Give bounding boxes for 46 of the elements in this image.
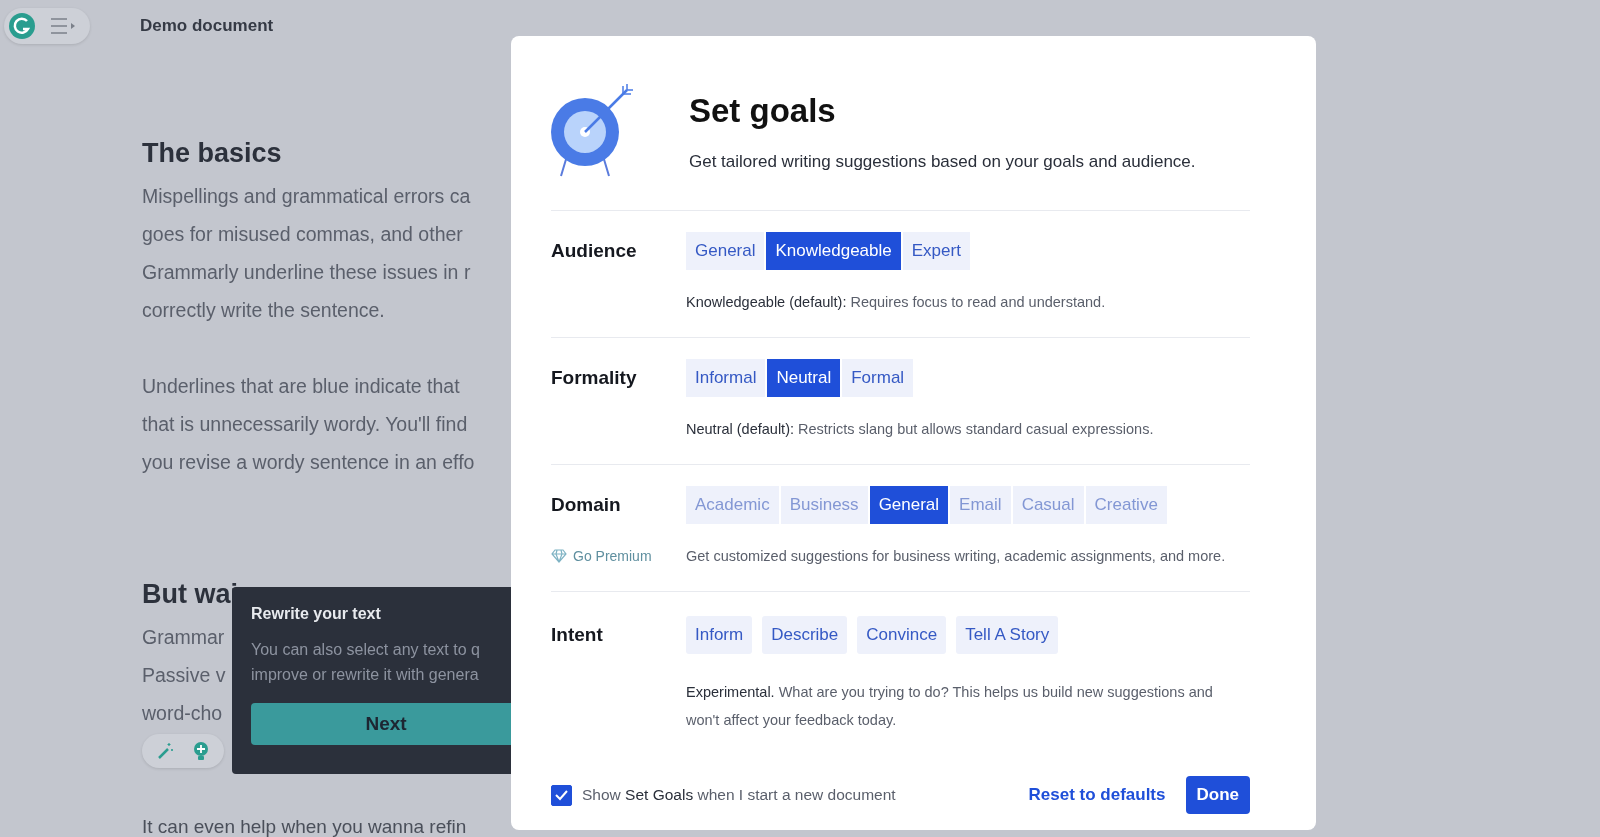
document-heading: The basics (142, 138, 283, 169)
segment-option[interactable]: Informal (686, 359, 766, 397)
reset-link[interactable]: Reset to defaults (1028, 785, 1166, 805)
document-text-line: Grammarly underline these issues in r (142, 260, 471, 285)
dialog-subtitle: Get tailored writing suggestions based on your goals and audience. (689, 152, 1196, 172)
document-text-line: Passive v (142, 663, 226, 688)
section-description: Get customized suggestions for business writing, academic assignments, and more. (686, 547, 1227, 566)
section-label: Audience (551, 240, 638, 262)
checkmark-icon (555, 789, 568, 801)
diamond-icon (551, 549, 567, 563)
intent-option[interactable]: Describe (762, 616, 848, 654)
go-premium-link[interactable]: Go Premium (551, 542, 686, 570)
segment-option[interactable]: Formal (842, 359, 914, 397)
checkbox-label: Show Set Goals when I start a new document (582, 786, 896, 804)
tooltip-text-line: You can also select any text to q (251, 640, 481, 660)
intent-option[interactable]: Inform (686, 616, 753, 654)
intent-option[interactable]: Convince (857, 616, 947, 654)
checkbox[interactable] (551, 784, 572, 806)
segment-option[interactable]: General (869, 486, 949, 524)
segment-option[interactable]: General (686, 232, 765, 270)
tooltip-title: Rewrite your text (251, 605, 382, 623)
intent-option[interactable]: Tell A Story (956, 616, 1059, 654)
segment-option[interactable]: Expert (902, 232, 970, 270)
section-label: Intent (551, 624, 604, 646)
section-description: Neutral (default): Restricts slang but allows standard casual expressions. (686, 420, 1155, 439)
logo-icon[interactable] (8, 12, 36, 40)
document-text-line: that is unnecessarily wordy. You'll find (142, 412, 468, 437)
document-text-line: you revise a wordy sentence in an effo (142, 450, 475, 475)
section-label: Formality (551, 367, 638, 389)
document-text-line: Grammar (142, 625, 225, 650)
done-button[interactable]: Done (1185, 776, 1250, 814)
document-text-line: Mispellings and grammatical errors ca (142, 184, 471, 209)
document-text-line: It can even help when you wanna refin (142, 816, 467, 837)
segment-option[interactable]: Neutral (767, 359, 841, 397)
menu-icon[interactable] (50, 17, 76, 35)
section-label: Domain (551, 494, 622, 516)
document-text-line: Underlines that are blue indicate that (142, 374, 460, 399)
document-text-line: word-cho (142, 701, 223, 726)
document-text-line: correctly write the sentence. (142, 298, 385, 323)
section-description: Knowledgeable (default): Requires focus to read and understand. (686, 293, 1107, 312)
document-title: Demo document (140, 16, 274, 36)
dialog-title: Set goals (689, 92, 837, 130)
tooltip-text-line: improve or rewrite it with genera (251, 665, 480, 685)
section-description: Experimental. What are you trying to do? This helps us build new suggestions and won't affect your feedback today. (686, 683, 1214, 730)
segment-option[interactable]: Knowledgeable (766, 232, 901, 270)
document-text-line: goes for misused commas, and other (142, 222, 463, 247)
